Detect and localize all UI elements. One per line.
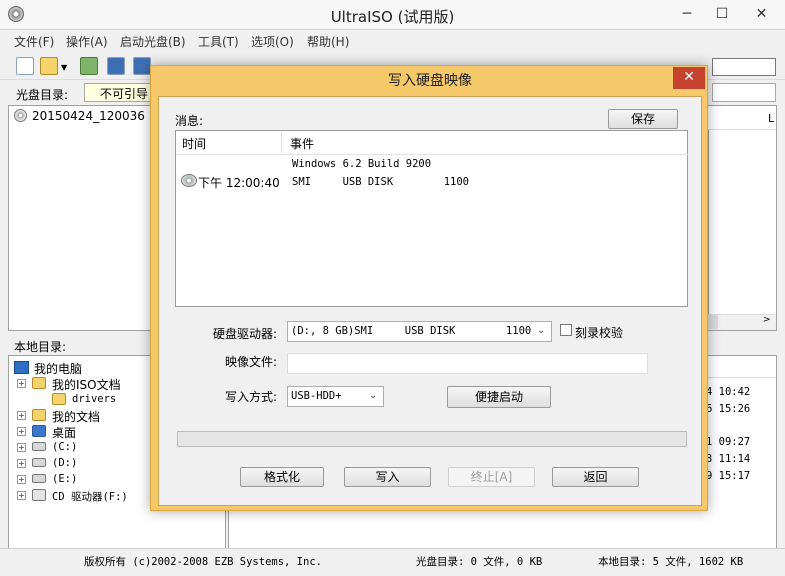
save-log-button[interactable]: 保存 xyxy=(608,109,678,129)
close-window-button[interactable]: ✕ xyxy=(738,0,785,30)
new-icon[interactable] xyxy=(16,57,34,75)
local-path-area xyxy=(708,333,777,355)
tree-item-iso-docs[interactable]: 我的ISO文档 xyxy=(52,376,121,393)
save-icon[interactable] xyxy=(107,57,125,75)
log-event: SMI USB DISK 1100 xyxy=(292,176,470,188)
local-dir-label: 本地目录: xyxy=(14,340,67,354)
file-time: 1 09:27 xyxy=(706,436,751,448)
dialog-close-button[interactable]: ✕ xyxy=(673,67,705,89)
col-time-header[interactable]: 时间 xyxy=(176,131,282,155)
minimize-button[interactable]: ─ xyxy=(668,0,706,30)
message-log: 时间 事件 Windows 6.2 Build 9200 下午 12:00:40… xyxy=(175,130,688,307)
back-button[interactable]: 返回 xyxy=(552,467,639,487)
drive-select[interactable]: (D:, 8 GB)SMI USB DISK 1100 ⌄ xyxy=(287,321,552,342)
expand-icon[interactable]: + xyxy=(17,491,26,500)
capacity-bar-tail xyxy=(712,58,776,76)
stop-button[interactable]: 终止[A] xyxy=(448,467,535,487)
write-method-value: USB-HDD+ xyxy=(291,390,342,402)
expand-icon[interactable]: + xyxy=(17,411,26,420)
expand-icon[interactable]: + xyxy=(17,427,26,436)
messages-label: 消息: xyxy=(175,114,204,128)
expand-icon[interactable]: + xyxy=(17,443,26,452)
dialog-title: 写入硬盘映像 xyxy=(388,73,472,89)
file-list-header xyxy=(708,106,776,130)
file-time: 9 15:17 xyxy=(706,470,751,482)
tree-item-drive-f[interactable]: CD 驱动器(F:) xyxy=(52,489,128,504)
chevron-down-icon[interactable]: ▼ xyxy=(61,63,67,72)
extract-icon[interactable] xyxy=(80,57,98,75)
format-button[interactable]: 格式化 xyxy=(240,467,324,487)
path-field-tail[interactable] xyxy=(712,83,776,102)
menu-bootable[interactable]: 启动光盘(B) xyxy=(120,33,186,50)
image-file-label: 映像文件: xyxy=(225,355,278,369)
menu-actions[interactable]: 操作(A) xyxy=(66,33,108,50)
write-method-select[interactable]: USB-HDD+ ⌄ xyxy=(287,386,384,407)
verify-label: 刻录校验 xyxy=(575,326,624,340)
menu-file[interactable]: 文件(F) xyxy=(14,33,54,50)
column-header-fragment: L xyxy=(768,112,775,125)
write-progress-bar xyxy=(177,431,687,447)
log-event: Windows 6.2 Build 9200 xyxy=(292,158,432,170)
status-copyright: 版权所有 (c)2002-2008 EZB Systems, Inc. xyxy=(84,556,322,568)
file-time: 3 11:14 xyxy=(706,453,751,465)
save-as-icon[interactable] xyxy=(133,57,151,75)
menu-options[interactable]: 选项(O) xyxy=(251,33,294,50)
quick-boot-button[interactable]: 便捷启动 xyxy=(447,386,551,408)
cd-dir-label: 光盘目录: xyxy=(16,88,69,102)
drive-label: 硬盘驱动器: xyxy=(213,327,278,341)
expand-icon[interactable]: + xyxy=(17,379,26,388)
iso-file-list xyxy=(708,105,777,331)
maximize-button[interactable]: ☐ xyxy=(706,0,738,30)
desktop-icon xyxy=(32,425,46,437)
boot-status-field[interactable]: 不可引导 xyxy=(84,83,152,102)
boot-status-text: 不可引导 xyxy=(100,87,149,101)
iso-root-label[interactable]: 20150424_120036 xyxy=(32,109,145,123)
drive-select-value: (D:, 8 GB)SMI USB DISK 1100 xyxy=(291,325,532,337)
tree-item-drivers[interactable]: drivers xyxy=(72,393,116,405)
menu-help[interactable]: 帮助(H) xyxy=(307,33,349,50)
tree-item-desktop[interactable]: 桌面 xyxy=(52,424,76,441)
scrollbar-thumb[interactable] xyxy=(708,315,718,329)
cd-drive-icon xyxy=(32,489,46,501)
disk-icon xyxy=(181,174,197,187)
status-cd-dir: 光盘目录: 0 文件, 0 KB xyxy=(416,556,543,568)
col-time-text: 时间 xyxy=(182,137,207,151)
folder-icon xyxy=(32,377,46,389)
drive-icon xyxy=(32,458,46,467)
cd-icon xyxy=(14,109,27,122)
computer-icon xyxy=(14,361,29,374)
drive-icon xyxy=(32,474,46,483)
image-file-field[interactable] xyxy=(287,353,648,374)
log-time: 下午 12:00:40 xyxy=(198,176,280,190)
verify-checkbox[interactable] xyxy=(560,324,572,336)
scroll-right-icon[interactable]: > xyxy=(763,315,771,325)
tree-item-my-computer[interactable]: 我的电脑 xyxy=(34,360,82,377)
iso-tree-panel xyxy=(8,105,152,331)
status-local-dir: 本地目录: 5 文件, 1602 KB xyxy=(598,556,744,568)
col-event-text: 事件 xyxy=(290,137,315,151)
tree-item-drive-e[interactable]: (E:) xyxy=(52,473,77,485)
open-icon[interactable] xyxy=(40,57,58,75)
write-method-label: 写入方式: xyxy=(225,390,278,404)
tree-item-drive-c[interactable]: (C:) xyxy=(52,441,77,453)
write-disk-image-dialog: 写入硬盘映像 ✕ 消息: 保存 时间 事件 Windows 6.2 Build … xyxy=(150,65,708,511)
chevron-down-icon[interactable]: ⌄ xyxy=(537,325,545,336)
expand-icon[interactable]: + xyxy=(17,475,26,484)
menu-tools[interactable]: 工具(T) xyxy=(198,33,239,50)
dialog-body: 消息: 保存 时间 事件 Windows 6.2 Build 9200 下午 1… xyxy=(158,96,702,506)
drive-icon xyxy=(32,442,46,451)
file-time: 6 15:26 xyxy=(706,403,751,415)
tree-item-drive-d[interactable]: (D:) xyxy=(52,457,77,469)
expand-icon[interactable]: + xyxy=(17,459,26,468)
folder-icon xyxy=(52,393,66,405)
file-time: 4 10:42 xyxy=(706,386,751,398)
col-event-header[interactable]: 事件 xyxy=(282,131,688,155)
tree-item-my-docs[interactable]: 我的文档 xyxy=(52,408,100,425)
menu-bar xyxy=(0,30,785,52)
chevron-down-icon[interactable]: ⌄ xyxy=(369,390,377,401)
write-button[interactable]: 写入 xyxy=(344,467,431,487)
folder-icon xyxy=(32,409,46,421)
